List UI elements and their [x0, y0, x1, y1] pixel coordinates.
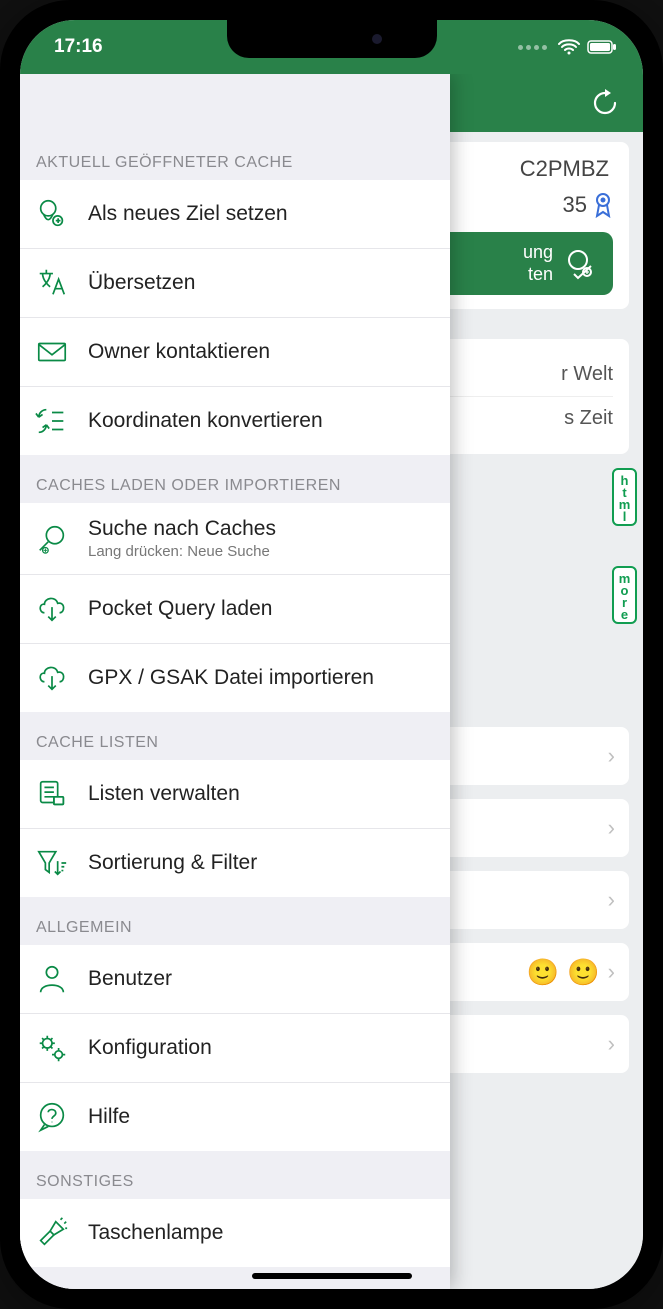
side-badges: html more — [612, 468, 637, 624]
menu-label: Koordinaten konvertieren — [88, 409, 438, 433]
cloud-download-icon — [32, 589, 72, 629]
translate-icon — [32, 263, 72, 303]
status-time: 17:16 — [54, 36, 103, 58]
battery-icon — [587, 40, 617, 54]
more-badge[interactable]: more — [612, 566, 637, 624]
menu-label: Listen verwalten — [88, 782, 438, 806]
html-badge[interactable]: html — [612, 468, 637, 526]
menu-item-gpx-import[interactable]: GPX / GSAK Datei importieren — [20, 644, 450, 712]
menu-sublabel: Lang drücken: Neue Suche — [88, 543, 438, 560]
wifi-icon — [558, 39, 580, 55]
cloud-download-icon — [32, 658, 72, 698]
menu-label: GPX / GSAK Datei importieren — [88, 666, 438, 690]
section-header: CACHES LADEN ODER IMPORTIEREN — [20, 455, 450, 503]
section-header: ALLGEMEIN — [20, 897, 450, 945]
search-icon — [32, 519, 72, 559]
menu-item-search-caches[interactable]: Suche nach Caches Lang drücken: Neue Suc… — [20, 503, 450, 575]
status-right — [518, 39, 617, 55]
menu-label: Benutzer — [88, 967, 438, 991]
menu-label: Pocket Query laden — [88, 597, 438, 621]
target-pin-icon — [32, 194, 72, 234]
menu-item-user[interactable]: Benutzer — [20, 945, 450, 1014]
menu-label: Owner kontaktieren — [88, 340, 438, 364]
menu-item-translate[interactable]: Übersetzen — [20, 249, 450, 318]
menu-item-manage-lists[interactable]: Listen verwalten — [20, 760, 450, 829]
menu-label: Übersetzen — [88, 271, 438, 295]
user-icon — [32, 959, 72, 999]
menu-item-flashlight[interactable]: Taschenlampe — [20, 1199, 450, 1267]
refresh-icon[interactable] — [589, 87, 621, 119]
menu-item-pocket-query[interactable]: Pocket Query laden — [20, 575, 450, 644]
main-area: C2PMBZ 35 ung ten r Welt s — [20, 132, 643, 1289]
menu-item-config[interactable]: Konfiguration — [20, 1014, 450, 1083]
menu-item-contact-owner[interactable]: Owner kontaktieren — [20, 318, 450, 387]
side-drawer: AKTUELL GEÖFFNETER CACHE Als neues Ziel … — [20, 74, 450, 1289]
section-header: CACHE LISTEN — [20, 712, 450, 760]
menu-item-convert-coords[interactable]: Koordinaten konvertieren — [20, 387, 450, 455]
flashlight-icon — [32, 1213, 72, 1253]
menu-label: Als neues Ziel setzen — [88, 202, 438, 226]
menu-item-set-target[interactable]: Als neues Ziel setzen — [20, 180, 450, 249]
mail-icon — [32, 332, 72, 372]
funnel-icon — [32, 843, 72, 883]
ribbon-icon — [593, 192, 613, 218]
menu-label: Hilfe — [88, 1105, 438, 1129]
menu-item-help[interactable]: Hilfe — [20, 1083, 450, 1151]
menu-label: Taschenlampe — [88, 1221, 438, 1245]
menu-item-sort-filter[interactable]: Sortierung & Filter — [20, 829, 450, 897]
gears-icon — [32, 1028, 72, 1068]
menu-label: Konfiguration — [88, 1036, 438, 1060]
help-icon — [32, 1097, 72, 1137]
section-header: SONSTIGES — [20, 1151, 450, 1199]
menu-label: Sortierung & Filter — [88, 851, 438, 875]
home-indicator[interactable] — [252, 1273, 412, 1279]
section-header: AKTUELL GEÖFFNETER CACHE — [20, 132, 450, 180]
phone-screen: 17:16 C2PMBZ 35 — [20, 20, 643, 1289]
convert-icon — [32, 401, 72, 441]
target-pin-icon — [563, 246, 599, 282]
phone-frame: 17:16 C2PMBZ 35 — [0, 0, 663, 1309]
menu-label: Suche nach Caches — [88, 517, 438, 541]
list-manage-icon — [32, 774, 72, 814]
notch — [227, 20, 437, 58]
